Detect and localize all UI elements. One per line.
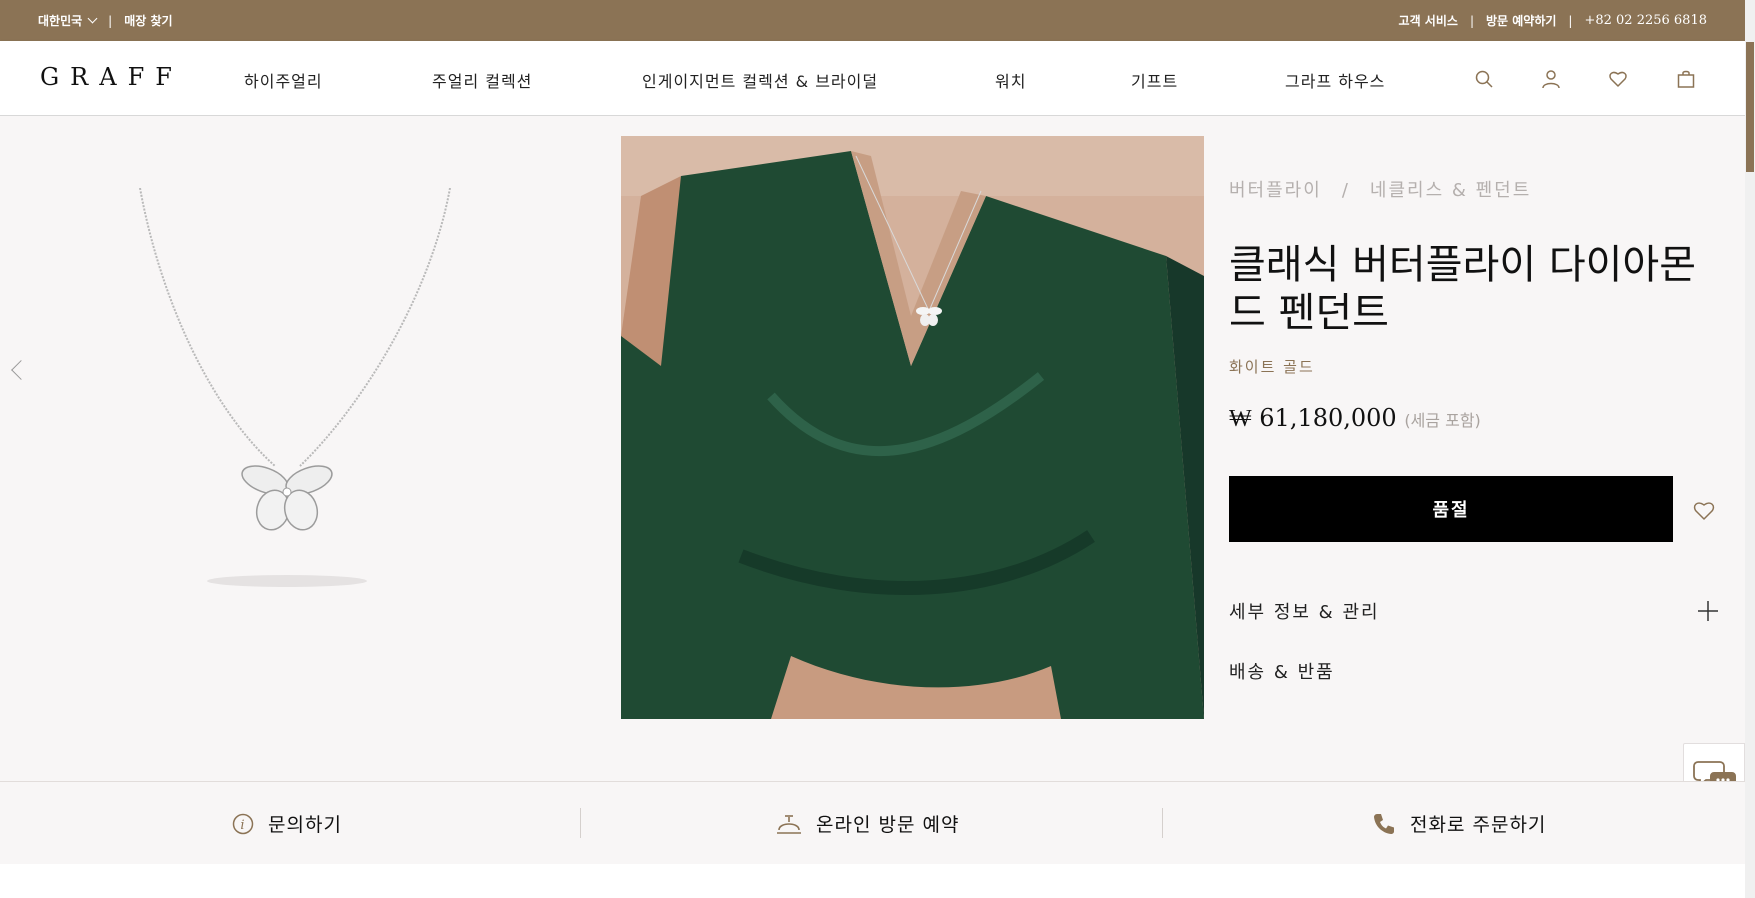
book-visit-link[interactable]: 방문 예약하기 xyxy=(1486,12,1556,29)
nav-engagement-bridal[interactable]: 인게이지먼트 컬렉션 & 브라이덜 xyxy=(642,68,878,92)
page-scrollbar[interactable] xyxy=(1745,0,1755,898)
divider: | xyxy=(1469,13,1474,28)
chevron-left-icon[interactable] xyxy=(11,360,31,380)
account-icon[interactable] xyxy=(1541,69,1561,89)
bag-icon[interactable] xyxy=(1676,69,1696,89)
region-label: 대한민국 xyxy=(38,14,83,28)
bottom-action-bar: i 문의하기 온라인 방문 예약 전화로 주문하기 xyxy=(0,781,1745,864)
chevron-down-icon xyxy=(87,13,98,24)
divider: | xyxy=(1568,13,1573,28)
main-header: GRAFF 하이주얼리 주얼리 컬렉션 인게이지먼트 컬렉션 & 브라이덜 워치… xyxy=(0,41,1745,116)
accordion-details-care[interactable]: 세부 정보 & 관리 xyxy=(1229,598,1380,624)
tax-note: (세금 포함) xyxy=(1404,411,1481,430)
top-utility-bar: 대한민국 | 매장 찾기 고객 서비스 | 방문 예약하기 | +82 02 2… xyxy=(0,0,1745,41)
info-icon: i xyxy=(232,813,254,834)
book-online-label: 온라인 방문 예약 xyxy=(816,814,960,836)
product-material: 화이트 골드 xyxy=(1229,358,1315,376)
graff-logo[interactable]: GRAFF xyxy=(40,63,183,91)
inquire-link[interactable]: i 문의하기 xyxy=(232,810,342,837)
phone-number-link[interactable]: +82 02 2256 6818 xyxy=(1584,13,1707,28)
product-price: ₩ 61,180,000 xyxy=(1229,404,1397,432)
search-icon[interactable] xyxy=(1474,69,1494,89)
inquire-label: 문의하기 xyxy=(268,814,342,836)
heart-icon[interactable] xyxy=(1608,69,1628,89)
product-image xyxy=(139,188,451,587)
concierge-bell-icon xyxy=(777,814,801,834)
sold-out-button[interactable]: 품절 xyxy=(1229,476,1673,542)
plus-icon[interactable] xyxy=(1697,600,1719,622)
breadcrumb-butterfly[interactable]: 버터플라이 xyxy=(1229,180,1322,201)
topbar-right: 고객 서비스 | 방문 예약하기 | +82 02 2256 6818 xyxy=(1399,12,1707,29)
divider xyxy=(1162,808,1163,838)
breadcrumb: 버터플라이 / 네클리스 & 펜던트 xyxy=(1229,176,1531,202)
product-price-block: ₩ 61,180,000 (세금 포함) xyxy=(1229,404,1481,433)
customer-service-link[interactable]: 고객 서비스 xyxy=(1399,12,1458,29)
order-by-phone-link[interactable]: 전화로 주문하기 xyxy=(1372,810,1546,837)
nav-high-jewellery[interactable]: 하이주얼리 xyxy=(244,68,323,92)
region-selector[interactable]: 대한민국 xyxy=(38,12,98,29)
scrollbar-thumb[interactable] xyxy=(1746,42,1754,172)
nav-jewellery-collections[interactable]: 주얼리 컬렉션 xyxy=(432,68,532,92)
breadcrumb-necklaces-pendants[interactable]: 네클리스 & 펜던트 xyxy=(1370,180,1531,201)
svg-text:i: i xyxy=(240,818,245,833)
book-online-link[interactable]: 온라인 방문 예약 xyxy=(776,810,959,837)
heart-icon[interactable] xyxy=(1692,499,1716,523)
nav-house-of-graff[interactable]: 그라프 하우스 xyxy=(1285,68,1385,92)
product-section: 버터플라이 / 네클리스 & 펜던트 클래식 버터플라이 다이아몬드 펜던트 화이트… xyxy=(0,116,1745,805)
product-title: 클래식 버터플라이 다이아몬드 펜던트 xyxy=(1229,242,1697,336)
nav-gifts[interactable]: 기프트 xyxy=(1131,68,1178,92)
model-lifestyle-image xyxy=(621,136,1204,719)
accordion-shipping-returns[interactable]: 배송 & 반품 xyxy=(1229,658,1335,684)
divider xyxy=(580,808,581,838)
divider: | xyxy=(108,13,113,28)
breadcrumb-separator: / xyxy=(1341,180,1350,201)
topbar-left: 대한민국 | 매장 찾기 xyxy=(38,12,173,29)
phone-icon xyxy=(1374,813,1394,834)
nav-watches[interactable]: 워치 xyxy=(995,68,1026,92)
order-by-phone-label: 전화로 주문하기 xyxy=(1410,814,1547,836)
store-finder-link[interactable]: 매장 찾기 xyxy=(124,12,172,29)
